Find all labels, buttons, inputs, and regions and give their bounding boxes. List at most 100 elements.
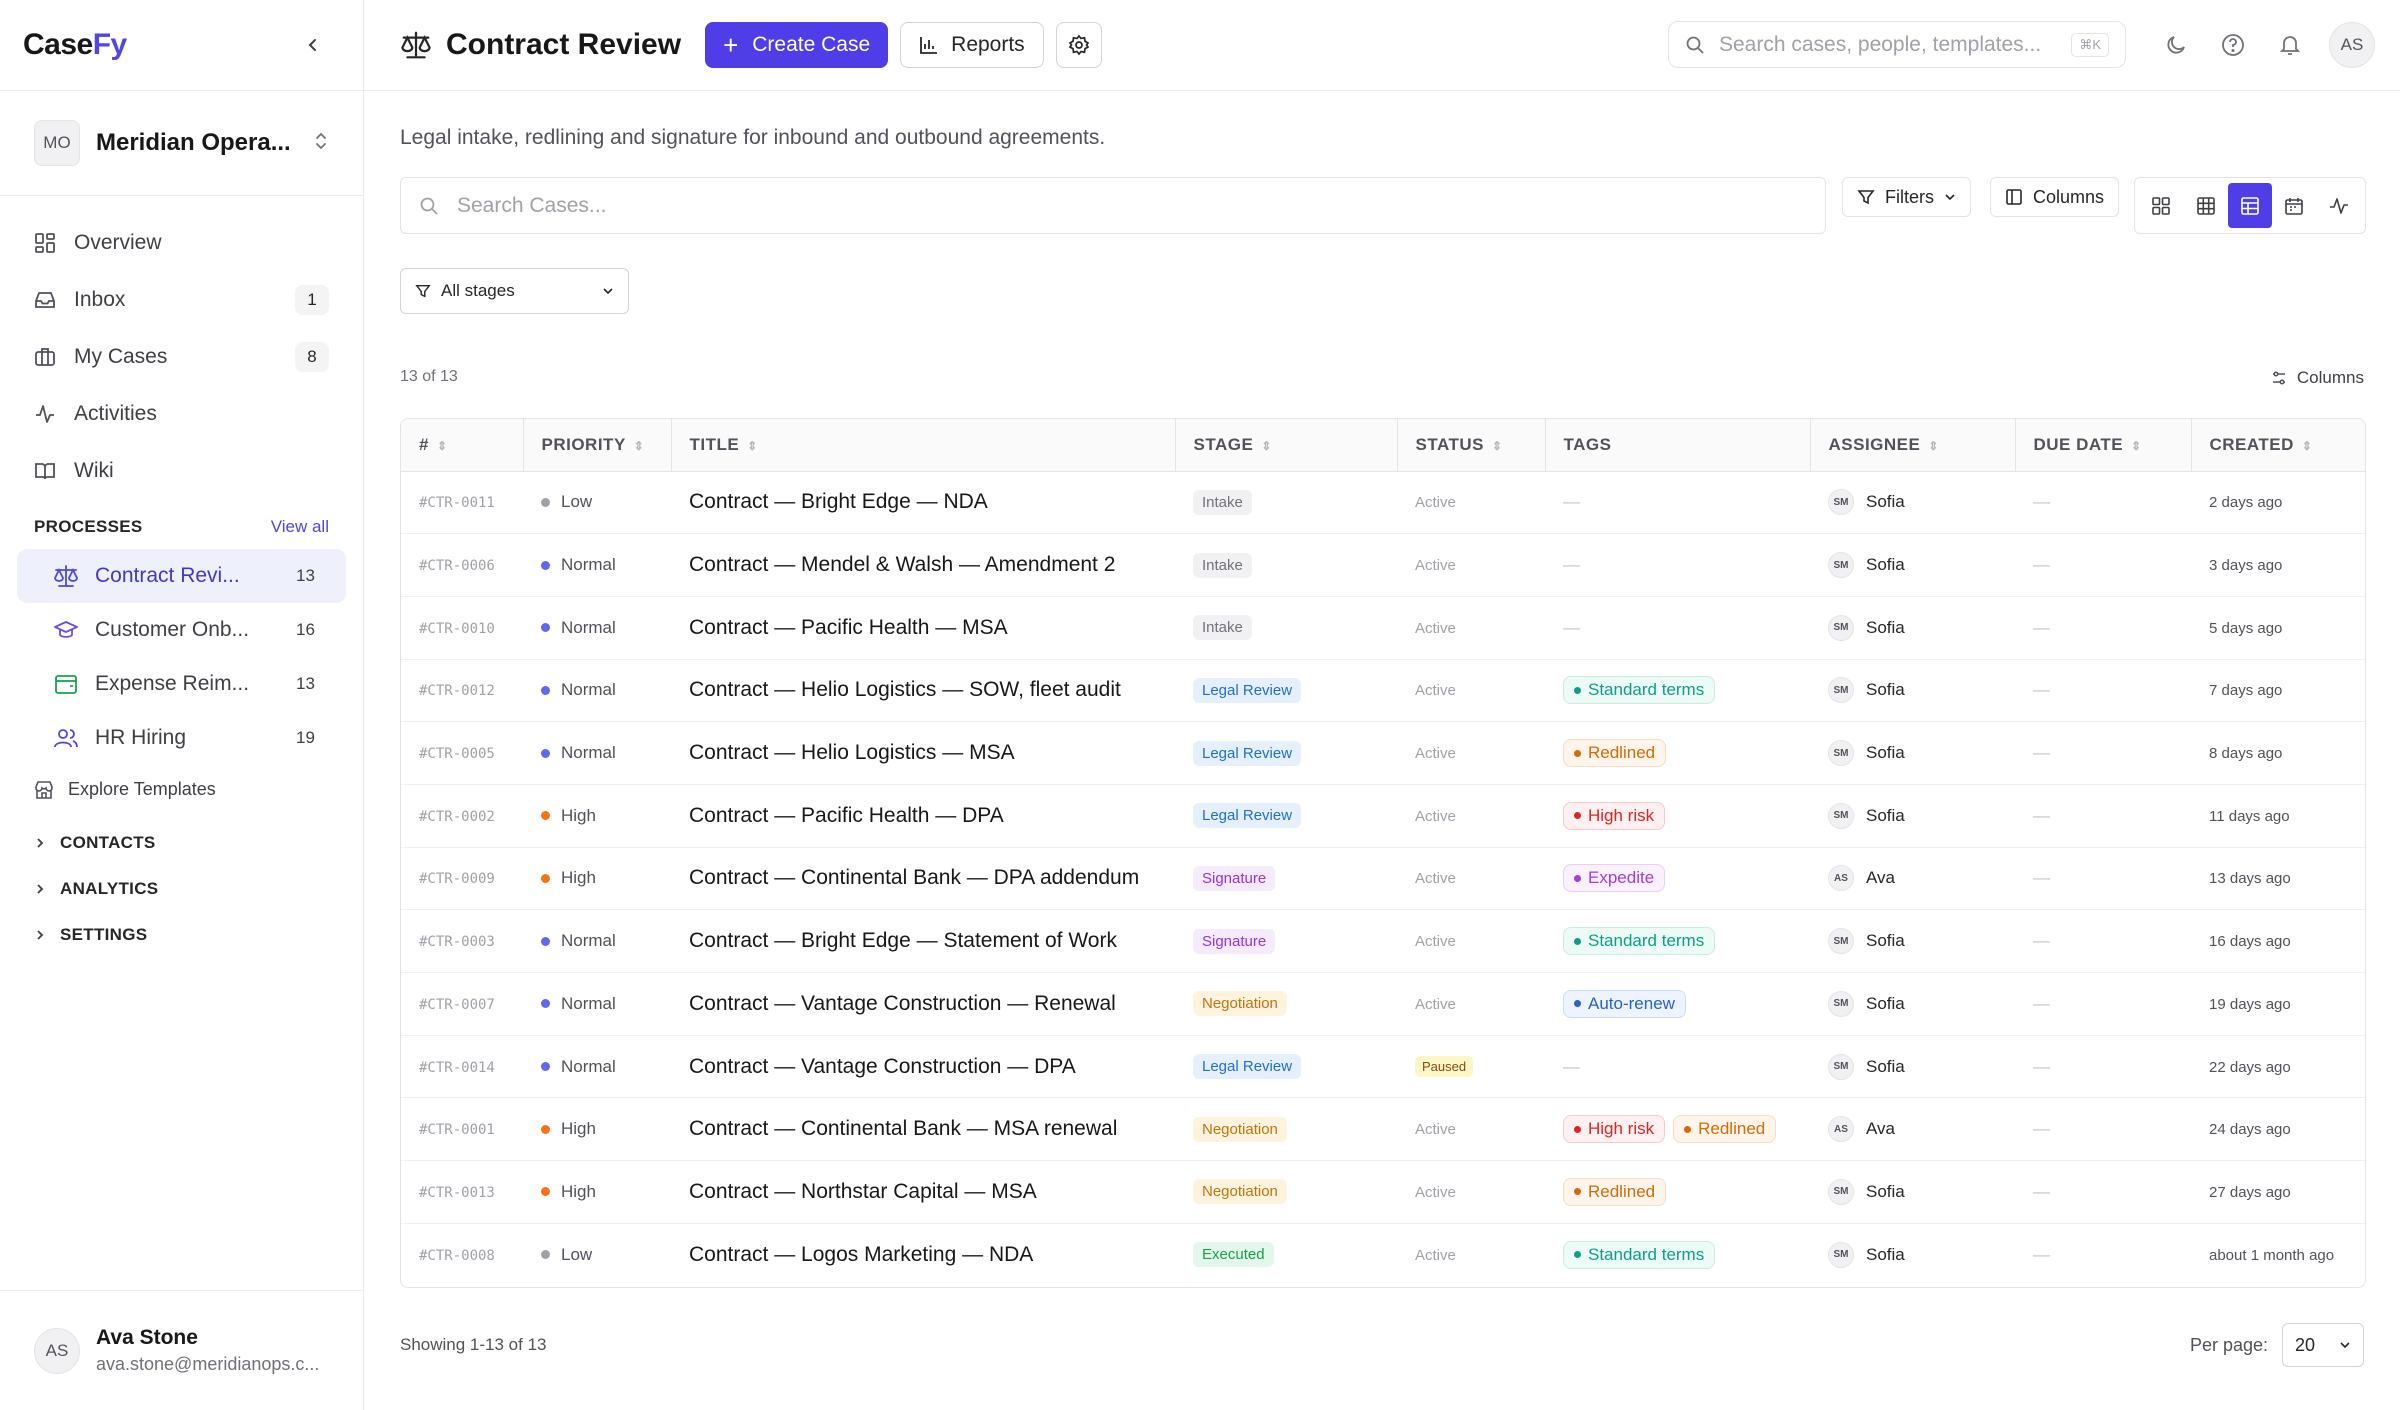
- priority-label: Normal: [561, 931, 616, 951]
- case-title-link[interactable]: Contract — Helio Logistics — MSA: [689, 741, 1015, 764]
- group-settings[interactable]: SETTINGS: [0, 912, 363, 958]
- table-row[interactable]: #CTR-0001 High Contract — Continental Bank…: [401, 1097, 2365, 1162]
- global-search-input[interactable]: Search cases, people, templates... ⌘K: [1668, 21, 2126, 68]
- help-button[interactable]: [2211, 23, 2255, 67]
- case-title-link[interactable]: Contract — Logos Marketing — NDA: [689, 1243, 1033, 1266]
- table-row[interactable]: #CTR-0002 High Contract — Pacific Health —…: [401, 784, 2365, 848]
- view-grid[interactable]: [2183, 183, 2227, 228]
- nav-my-cases[interactable]: My Cases 8: [17, 328, 346, 385]
- table-row[interactable]: #CTR-0013 High Contract — Northstar Capita…: [401, 1160, 2365, 1224]
- table-row[interactable]: #CTR-0005 Normal Contract — Helio Logistic…: [401, 721, 2365, 785]
- case-title-link[interactable]: Contract — Continental Bank — DPA addend…: [689, 866, 1139, 889]
- process-customer-onboarding[interactable]: Customer Onb... 16: [17, 603, 346, 657]
- table-row[interactable]: #CTR-0003 Normal Contract — Bright Edge — …: [401, 909, 2365, 973]
- table-row[interactable]: #CTR-0006 Normal Contract — Mendel & Walsh…: [401, 533, 2365, 597]
- group-contacts[interactable]: CONTACTS: [0, 820, 363, 866]
- created-date: 5 days ago: [2209, 619, 2283, 637]
- grid-icon: [34, 231, 58, 255]
- nav-activities[interactable]: Activities: [17, 385, 346, 442]
- table-row[interactable]: #CTR-0007 Normal Contract — Vantage Constr…: [401, 972, 2365, 1036]
- case-id: #CTR-0013: [419, 1184, 495, 1201]
- stage-filter-select[interactable]: All stages: [400, 268, 629, 314]
- view-table[interactable]: [2227, 183, 2273, 228]
- plus-icon: +: [723, 30, 739, 60]
- column-header[interactable]: # ⇕: [401, 419, 523, 472]
- cell-created: 27 days ago: [2191, 1160, 2365, 1224]
- assignee-avatar: SM: [1828, 1053, 1854, 1080]
- app-logo[interactable]: CaseFy: [23, 28, 127, 62]
- org-switcher[interactable]: MO Meridian Opera...: [0, 90, 363, 196]
- group-analytics[interactable]: ANALYTICS: [0, 866, 363, 912]
- column-header[interactable]: STATUS ⇕: [1396, 419, 1545, 472]
- created-date: 7 days ago: [2209, 682, 2283, 700]
- assignee-avatar: SM: [1828, 552, 1854, 579]
- case-id: #CTR-0001: [419, 1122, 495, 1139]
- nav-inbox[interactable]: Inbox 1: [17, 271, 346, 328]
- columns-settings-link[interactable]: Columns: [2271, 368, 2364, 388]
- case-title-link[interactable]: Contract — Pacific Health — DPA: [689, 804, 1004, 827]
- table-row[interactable]: #CTR-0014 Normal Contract — Vantage Constr…: [401, 1035, 2365, 1099]
- view-all-link[interactable]: View all: [271, 517, 329, 537]
- sort-icon: ⇕: [2131, 438, 2142, 453]
- status-badge: Active: [1415, 745, 1456, 763]
- filters-label: Filters: [1885, 186, 1934, 207]
- view-cards[interactable]: [2139, 183, 2183, 228]
- user-profile[interactable]: AS Ava Stone ava.stone@meridianops.c...: [0, 1290, 363, 1410]
- column-header[interactable]: DUE DATE ⇕: [2014, 419, 2191, 472]
- table-icon: [2241, 196, 2259, 215]
- table-row[interactable]: #CTR-0011 Low Contract — Bright Edge — NDA…: [401, 471, 2365, 535]
- table-row[interactable]: #CTR-0008 Low Contract — Logos Marketing —…: [401, 1223, 2365, 1286]
- reports-button[interactable]: Reports: [900, 22, 1044, 68]
- assignee-name: Sofia: [1866, 555, 1905, 575]
- collapse-sidebar-button[interactable]: [299, 31, 327, 59]
- cell-tags: Standard terms: [1545, 1223, 1810, 1286]
- tag-dot: [1684, 1125, 1692, 1133]
- assignee-name: Sofia: [1866, 1056, 1905, 1076]
- dark-mode-toggle[interactable]: [2154, 23, 2198, 67]
- case-title-link[interactable]: Contract — Bright Edge — Statement of Wo…: [689, 929, 1117, 952]
- process-hr-hiring[interactable]: HR Hiring 19: [17, 711, 346, 765]
- column-header[interactable]: TAGS: [1544, 419, 1810, 472]
- group-label: CONTACTS: [60, 833, 156, 852]
- column-header[interactable]: ASSIGNEE ⇕: [1809, 419, 2015, 472]
- process-expense-reimbursement[interactable]: Expense Reim... 13: [17, 657, 346, 711]
- chevron-down-icon: [2339, 1339, 2351, 1351]
- explore-templates-link[interactable]: Explore Templates: [0, 769, 363, 810]
- case-title-link[interactable]: Contract — Northstar Capital — MSA: [689, 1180, 1037, 1203]
- notifications-button[interactable]: [2268, 23, 2312, 67]
- column-header[interactable]: CREATED ⇕: [2190, 419, 2365, 472]
- cell-tags: Redlined: [1545, 721, 1810, 785]
- due-date: —: [2033, 617, 2050, 637]
- view-calendar[interactable]: [2272, 183, 2316, 228]
- case-title-link[interactable]: Contract — Helio Logistics — SOW, fleet …: [689, 678, 1121, 701]
- columns-button[interactable]: Columns: [1990, 177, 2120, 217]
- column-header[interactable]: PRIORITY ⇕: [522, 419, 671, 472]
- create-case-button[interactable]: + Create Case: [705, 22, 889, 68]
- cell-title: Contract — Northstar Capital — MSA: [671, 1160, 1175, 1224]
- case-title-link[interactable]: Contract — Mendel & Walsh — Amendment 2: [689, 553, 1115, 576]
- column-header[interactable]: STAGE ⇕: [1174, 419, 1397, 472]
- column-header[interactable]: TITLE ⇕: [670, 419, 1175, 472]
- user-avatar-top[interactable]: AS: [2329, 22, 2375, 68]
- case-search-input[interactable]: Search Cases...: [400, 177, 1826, 234]
- nav-wiki[interactable]: Wiki: [17, 442, 346, 499]
- case-title-link[interactable]: Contract — Bright Edge — NDA: [689, 490, 988, 513]
- table-row[interactable]: #CTR-0012 Normal Contract — Helio Logistic…: [401, 659, 2365, 723]
- view-activity[interactable]: [2317, 183, 2361, 228]
- process-contract-review[interactable]: Contract Revi... 13: [17, 549, 346, 603]
- nav-overview[interactable]: Overview: [17, 214, 346, 271]
- case-title-link[interactable]: Contract — Continental Bank — MSA renewa…: [689, 1117, 1117, 1140]
- cell-status: Active: [1397, 721, 1545, 785]
- sort-icon: ⇕: [1928, 438, 1939, 453]
- table-row[interactable]: #CTR-0009 High Contract — Continental Bank…: [401, 847, 2365, 911]
- per-page-select[interactable]: 20: [2282, 1323, 2364, 1367]
- column-header-label: STATUS: [1415, 434, 1484, 454]
- settings-button[interactable]: [1055, 22, 1102, 68]
- table-row[interactable]: #CTR-0010 Normal Contract — Pacific Health…: [401, 596, 2365, 660]
- created-date: 8 days ago: [2209, 745, 2283, 763]
- case-title-link[interactable]: Contract — Pacific Health — MSA: [689, 616, 1008, 639]
- case-title-link[interactable]: Contract — Vantage Construction — DPA: [689, 1055, 1076, 1078]
- assignee-avatar: SM: [1828, 1178, 1854, 1205]
- case-title-link[interactable]: Contract — Vantage Construction — Renewa…: [689, 992, 1116, 1015]
- filters-button[interactable]: Filters: [1842, 177, 1971, 217]
